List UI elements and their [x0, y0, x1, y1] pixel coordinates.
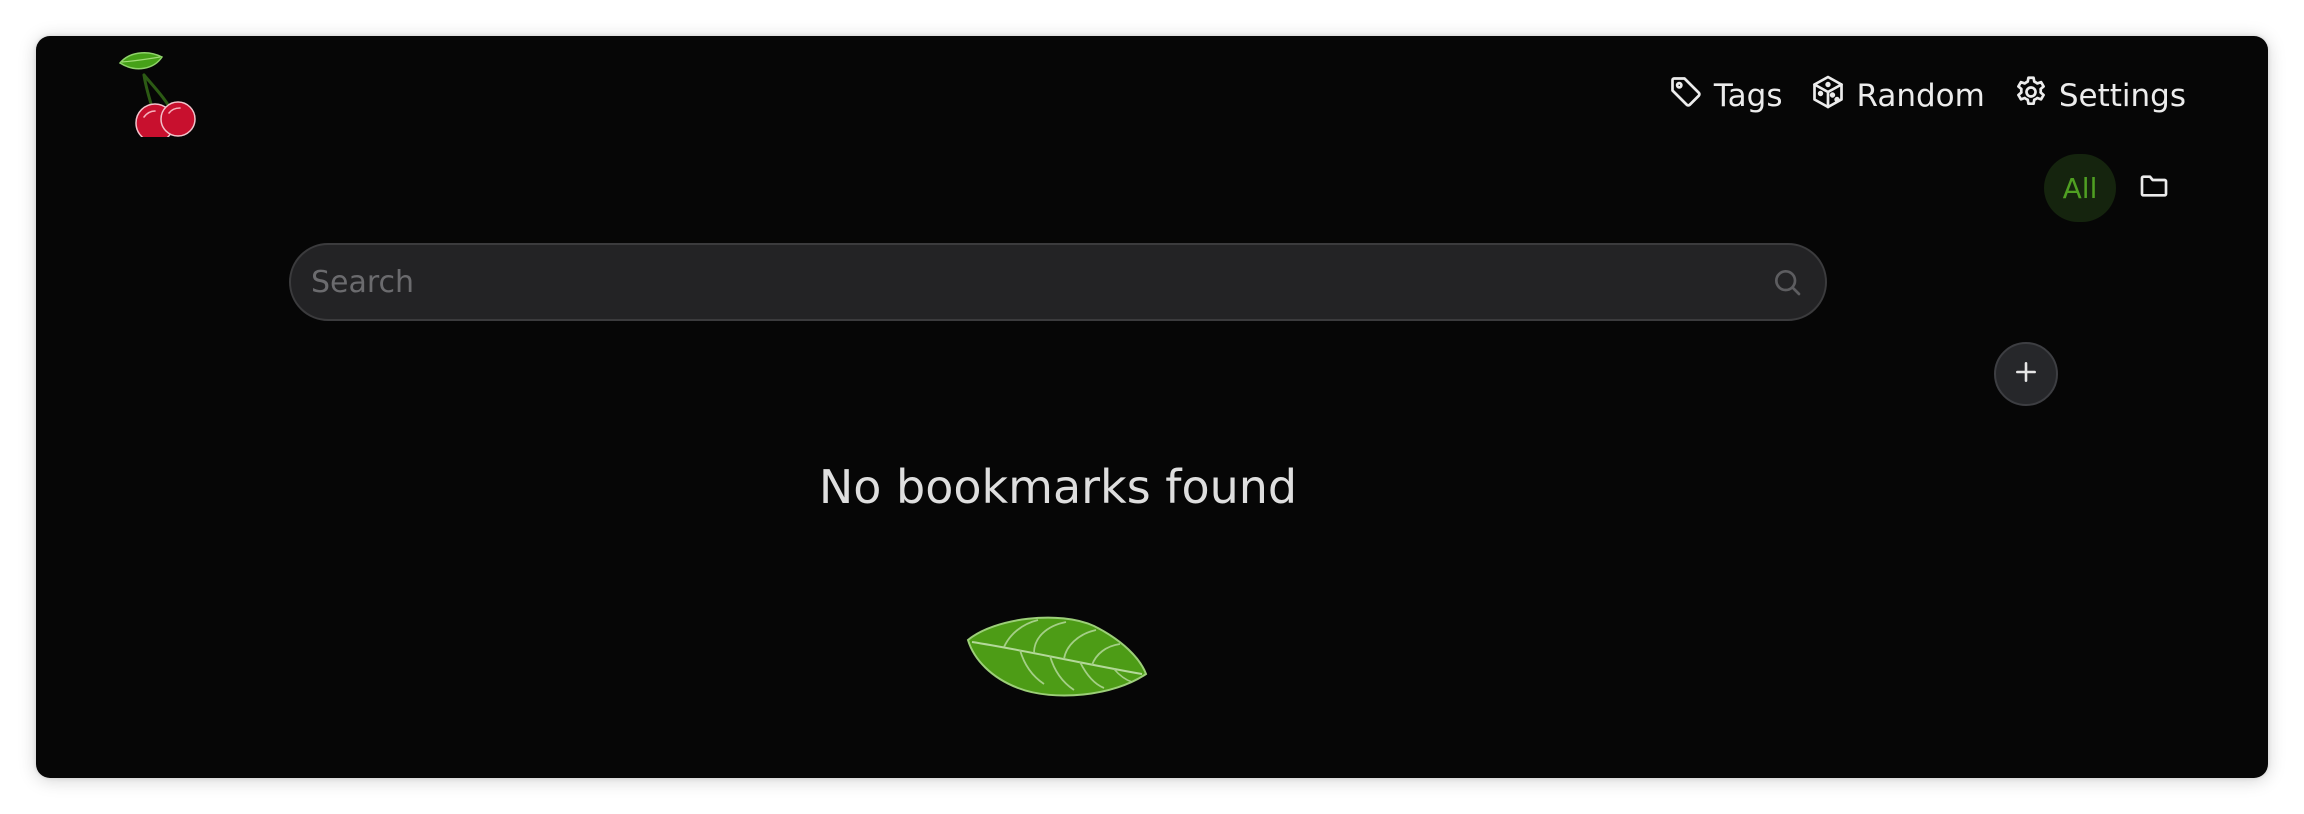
- app-window: Tags Random Settings All Search No bookm…: [36, 36, 2268, 778]
- tag-icon: [1668, 74, 1704, 118]
- nav-tags-label: Tags: [1713, 78, 1783, 114]
- empty-state-message: No bookmarks found: [818, 460, 1298, 514]
- nav-settings-link[interactable]: Settings: [2013, 74, 2186, 118]
- nav-settings-label: Settings: [2058, 78, 2186, 114]
- nav-random-link[interactable]: Random: [1810, 74, 1985, 118]
- filter-all-button[interactable]: All: [2044, 154, 2116, 222]
- leaf-icon: [964, 612, 1150, 702]
- cherry-logo-icon[interactable]: [114, 47, 224, 143]
- dice-cube-icon: [1810, 74, 1846, 118]
- top-nav: Tags Random Settings: [1668, 70, 2186, 122]
- search-box: [289, 243, 1827, 321]
- folder-icon: [2138, 170, 2170, 206]
- search-icon[interactable]: [1771, 266, 1803, 298]
- filter-bar: All: [2044, 154, 2178, 222]
- nav-tags-link[interactable]: Tags: [1668, 74, 1783, 118]
- gear-icon: [2013, 74, 2049, 118]
- nav-random-label: Random: [1856, 78, 1985, 114]
- search-input[interactable]: [291, 245, 1771, 319]
- add-bookmark-button[interactable]: [1994, 342, 2058, 406]
- folder-button[interactable]: [2130, 164, 2178, 212]
- plus-icon: [2013, 359, 2039, 389]
